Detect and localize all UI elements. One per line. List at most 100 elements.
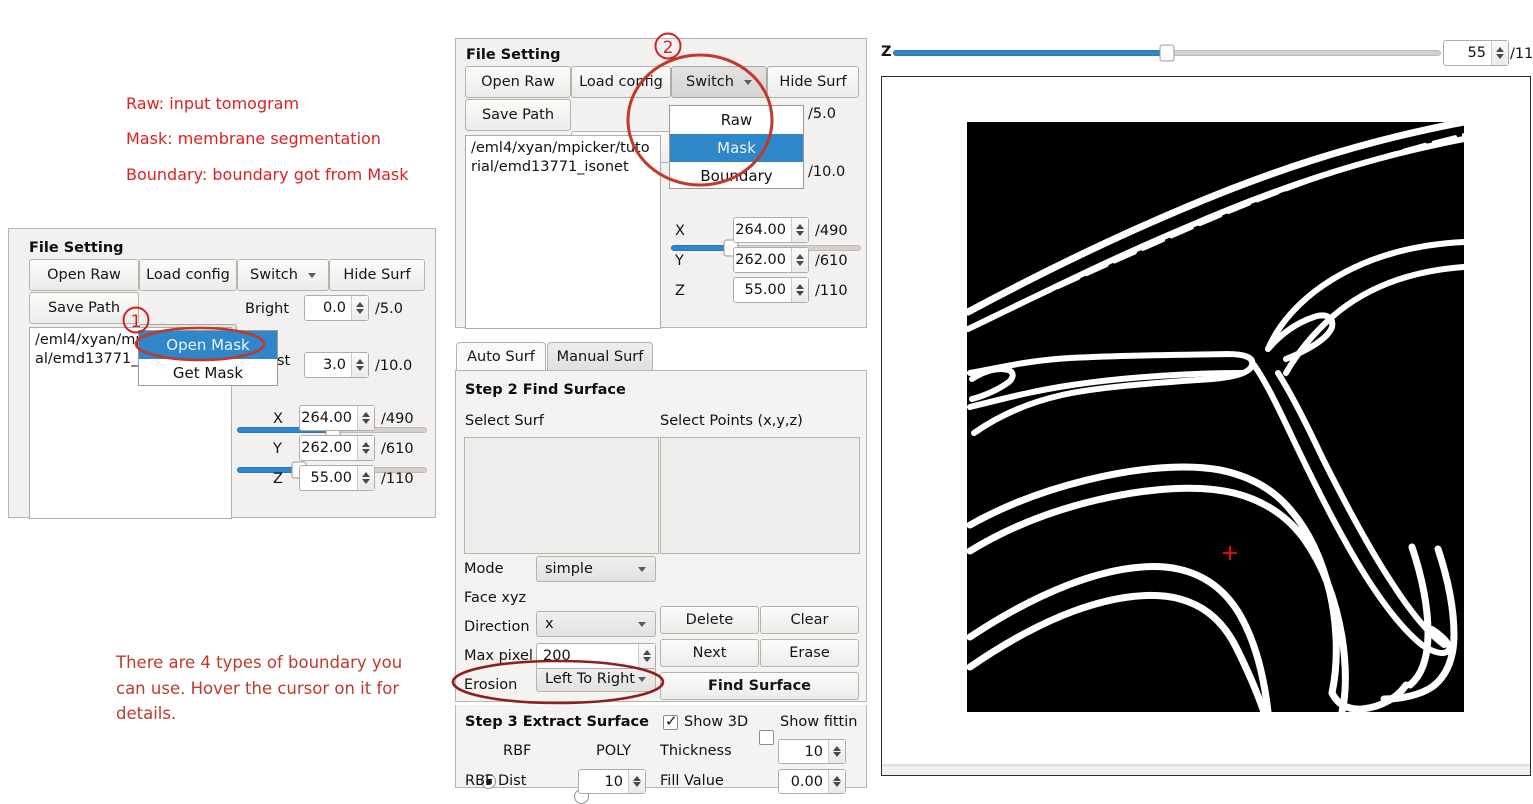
load-config-label: Load config — [146, 267, 230, 283]
bright-stepper[interactable] — [351, 296, 368, 320]
menu-item-raw[interactable]: Raw — [670, 106, 803, 134]
fill-value-label: Fill Value — [660, 773, 724, 789]
z-value-spinbox[interactable]: 55 — [1443, 40, 1509, 66]
direction-combobox[interactable]: Left To Right — [536, 666, 656, 692]
save-path-label-top: Save Path — [481, 107, 555, 123]
switch-button-top[interactable]: Switch — [671, 66, 767, 98]
save-path-button-bottom[interactable]: Save Path — [29, 292, 139, 324]
clear-button[interactable]: Clear — [760, 606, 859, 634]
tab-manual-surf[interactable]: Manual Surf — [547, 342, 653, 370]
auto-surf-panel: Step 2 Find Surface Select Surf Select P… — [455, 370, 867, 776]
y-spinbox-top[interactable]: 262.00 — [733, 247, 809, 273]
bright-max-bottom: /5.0 — [375, 301, 403, 317]
z-stepper-top[interactable] — [791, 278, 808, 302]
rbf-dist-label: RBF Dist — [465, 773, 527, 789]
file-setting-title-top: File Setting — [466, 47, 561, 63]
max-pixel-stepper[interactable] — [638, 644, 655, 668]
hide-surf-button-top[interactable]: Hide Surf — [767, 66, 859, 98]
tab-auto-surf[interactable]: Auto Surf — [456, 342, 546, 370]
mode-combobox[interactable]: simple — [536, 556, 656, 582]
max-pixel-label: Max pixel — [464, 648, 533, 664]
find-surface-button[interactable]: Find Surface — [660, 672, 859, 700]
z-slider-label: Z — [881, 44, 892, 60]
erosion-label: Erosion — [464, 677, 518, 693]
select-surf-label: Select Surf — [465, 413, 544, 429]
z-max-top: /110 — [815, 283, 848, 299]
z-slider-handle[interactable] — [1159, 44, 1175, 62]
menu-item-mask[interactable]: Mask — [670, 134, 803, 162]
y-stepper-top[interactable] — [791, 248, 808, 272]
chevron-down-icon — [743, 79, 752, 85]
show-fitting-checkbox[interactable] — [759, 730, 774, 745]
legend-line-mask: Mask: membrane segmentation — [126, 129, 381, 148]
chevron-down-icon — [307, 272, 316, 278]
max-pixel-spinbox[interactable]: 200 — [536, 643, 656, 669]
y-value: 262.00 — [301, 440, 352, 456]
thickness-value: 10 — [804, 743, 823, 760]
rbf-dist-stepper[interactable] — [628, 770, 645, 793]
face-xyz-combobox[interactable]: x — [536, 611, 656, 637]
z-stepper[interactable] — [357, 466, 374, 490]
save-path-button-top[interactable]: Save Path — [465, 99, 571, 131]
z-slider-max: /110 — [1510, 46, 1533, 62]
menu-item-open-mask[interactable]: Open Mask — [139, 331, 277, 359]
face-xyz-label: Face xyz — [464, 590, 527, 606]
bright-spinbox-bottom[interactable]: 0.0 — [304, 295, 369, 321]
find-surface-label: Find Surface — [707, 678, 812, 694]
direction-label: Direction — [464, 619, 530, 635]
z-slider[interactable] — [893, 44, 1441, 62]
y-value-top: 262.00 — [735, 252, 786, 268]
show-3d-label: Show 3D — [684, 714, 749, 730]
x-spinbox-top[interactable]: 264.00 — [733, 217, 809, 243]
hide-surf-button-bottom[interactable]: Hide Surf — [329, 259, 425, 291]
chevron-down-icon — [638, 676, 646, 682]
bright-label-bottom: Bright — [245, 301, 290, 317]
contrast-spinbox-bottom[interactable]: 3.0 — [304, 352, 369, 378]
delete-button[interactable]: Delete — [660, 606, 759, 634]
boundary-hover-note: There are 4 types of boundary you can us… — [116, 653, 403, 724]
select-points-listbox[interactable] — [660, 437, 860, 554]
x-label-top: X — [675, 223, 685, 239]
thickness-spinbox[interactable]: 10 — [778, 739, 846, 764]
mask-slice-image — [882, 77, 1530, 775]
switch-button-bottom[interactable]: Switch — [237, 259, 329, 291]
x-stepper[interactable] — [357, 406, 374, 430]
fill-value-stepper[interactable] — [828, 770, 845, 793]
y-spinbox-bottom[interactable]: 262.00 — [299, 435, 375, 461]
rbf-dist-spinbox[interactable]: 10 — [578, 769, 646, 794]
path-textbox-top[interactable]: /eml4/xyan/mpicker/tutorial/emd13771_iso… — [465, 135, 661, 329]
load-config-button-bottom[interactable]: Load config — [139, 259, 237, 291]
erase-button[interactable]: Erase — [760, 639, 859, 667]
open-raw-button-top[interactable]: Open Raw — [465, 66, 571, 98]
y-stepper[interactable] — [357, 436, 374, 460]
contrast-value: 3.0 — [322, 357, 346, 373]
x-spinbox-bottom[interactable]: 264.00 — [299, 405, 375, 431]
open-raw-button-bottom[interactable]: Open Raw — [29, 259, 139, 291]
z-spinbox-top[interactable]: 55.00 — [733, 277, 809, 303]
switch-dropdown-menu[interactable]: Raw Mask Boundary — [669, 105, 804, 189]
next-button[interactable]: Next — [660, 639, 759, 667]
mask-dropdown-menu[interactable]: Open Mask Get Mask — [138, 330, 278, 386]
x-max-top: /490 — [815, 223, 848, 239]
thickness-stepper[interactable] — [828, 740, 845, 763]
mask-image-canvas[interactable] — [882, 77, 1530, 775]
contrast-stepper[interactable] — [351, 353, 368, 377]
x-stepper-top[interactable] — [791, 218, 808, 242]
z-spinbox-bottom[interactable]: 55.00 — [299, 465, 375, 491]
clear-label: Clear — [790, 612, 829, 628]
z-value: 55.00 — [310, 470, 352, 486]
menu-item-boundary[interactable]: Boundary — [670, 162, 803, 190]
z-label-top: Z — [675, 283, 685, 299]
select-surf-listbox[interactable] — [464, 437, 659, 554]
fill-value-spinbox[interactable]: 0.00 — [778, 769, 846, 794]
menu-item-get-mask[interactable]: Get Mask — [139, 359, 277, 387]
hide-surf-label-top: Hide Surf — [779, 74, 847, 90]
x-value: 264.00 — [301, 410, 352, 426]
load-config-button-top[interactable]: Load config — [571, 66, 671, 98]
y-label-bottom: Y — [273, 441, 282, 457]
show-3d-checkbox[interactable] — [663, 712, 678, 730]
image-viewer[interactable] — [881, 76, 1531, 776]
z-slider-stepper[interactable] — [1491, 41, 1508, 65]
chevron-down-icon — [638, 621, 646, 627]
bright-max-top: /5.0 — [808, 106, 836, 122]
